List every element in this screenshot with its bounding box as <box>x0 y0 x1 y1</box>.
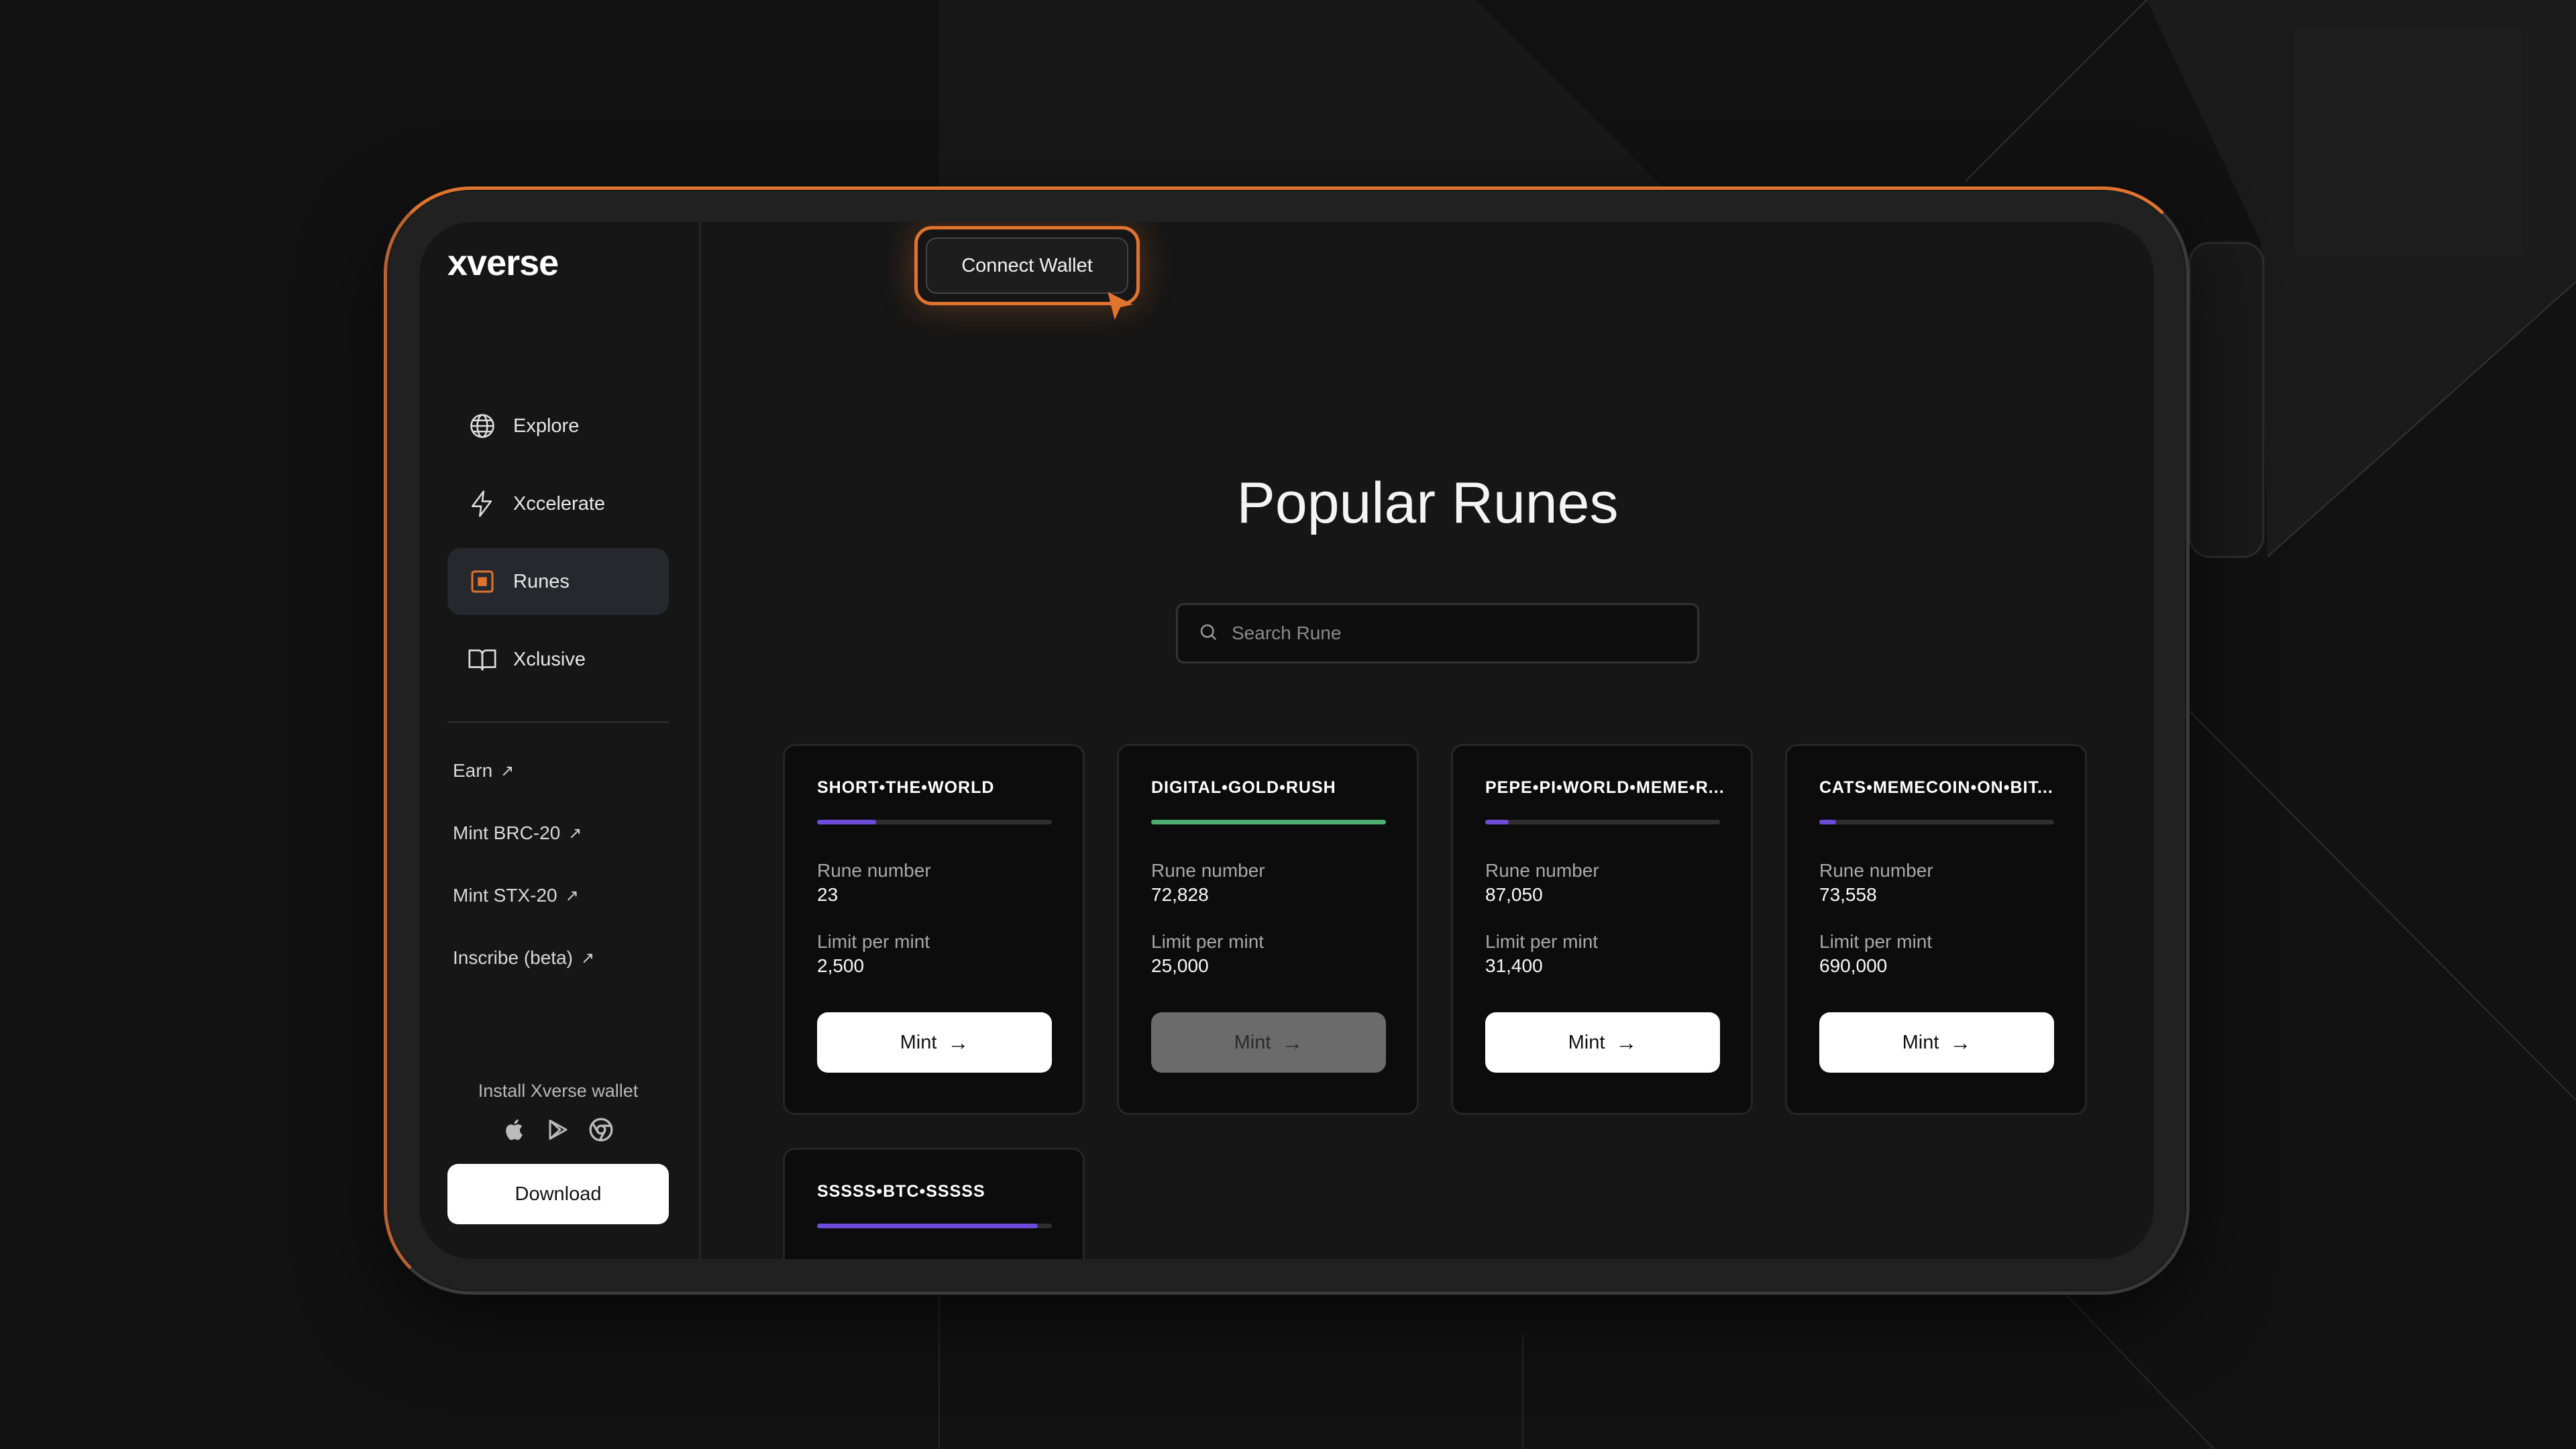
sidebar-item-label: Xclusive <box>513 648 586 670</box>
external-arrow-icon: ↗ <box>580 949 595 967</box>
rune-number-label: Rune number <box>1485 860 1599 881</box>
rune-name: DIGITAL•GOLD•RUSH <box>1151 778 1336 797</box>
rune-card: SHORT•THE•WORLD Rune number 23 Limit per… <box>783 744 1085 1115</box>
xverse-logo[interactable]: xverse <box>447 242 559 284</box>
page-title: Popular Runes <box>1236 471 1619 535</box>
mint-progress-fill <box>1485 820 1509 824</box>
rune-square-icon <box>466 566 498 598</box>
limit-label: Limit per mint <box>1819 931 1933 952</box>
mint-progress-bar <box>817 820 1052 824</box>
external-arrow-icon: ↗ <box>568 824 582 843</box>
external-arrow-icon: ↗ <box>500 761 515 780</box>
sidebar-item-label: Runes <box>513 570 570 592</box>
limit-value: 690,000 <box>1819 955 1888 976</box>
rune-name: CATS•MEMECOIN•ON•BIT... <box>1819 778 2053 797</box>
download-button[interactable]: Download <box>447 1164 669 1224</box>
globe-icon <box>466 410 498 442</box>
mint-button[interactable]: Mint → <box>817 1012 1052 1073</box>
book-icon <box>466 643 498 676</box>
cursor-pointer-icon <box>1108 292 1133 320</box>
rune-number-label: Rune number <box>1151 860 1265 881</box>
mint-progress-fill <box>817 820 876 824</box>
rune-card: CATS•MEMECOIN•ON•BIT... Rune number 73,5… <box>1785 744 2087 1115</box>
sidebar-item-label: Xccelerate <box>513 492 606 515</box>
rune-number-label: Rune number <box>817 860 931 881</box>
limit-value: 25,000 <box>1151 955 1209 976</box>
link-label: Mint STX-20 <box>453 885 557 906</box>
app-screen: xverse Explore Xccelerate Runes Xclusive… <box>419 222 2154 1259</box>
arrow-right-icon: → <box>1615 1030 1638 1055</box>
search-icon <box>1198 622 1218 645</box>
search-box[interactable] <box>1176 603 1699 663</box>
rune-card: PEPE•PI•WORLD•MEME•R... Rune number 87,0… <box>1451 744 1753 1115</box>
rune-number-label: Rune number <box>1819 860 1933 881</box>
sidebar-item-label: Explore <box>513 415 580 437</box>
limit-label: Limit per mint <box>1151 931 1265 952</box>
limit-value: 2,500 <box>817 955 865 976</box>
mint-progress-fill <box>1819 820 1836 824</box>
mint-progress-bar <box>1151 820 1386 824</box>
mint-button-disabled: Mint → <box>1151 1012 1386 1073</box>
mint-progress-bar <box>1485 820 1720 824</box>
link-mint-brc20[interactable]: Mint BRC-20 ↗ <box>453 822 582 844</box>
link-mint-stx20[interactable]: Mint STX-20 ↗ <box>453 885 579 906</box>
rune-number-value: 72,828 <box>1151 884 1209 905</box>
mint-progress-bar <box>817 1224 1052 1228</box>
lightning-icon <box>466 488 498 520</box>
limit-value: 31,400 <box>1485 955 1543 976</box>
rune-card: SSSSS•BTC•SSSSS <box>783 1148 1085 1259</box>
tablet-frame: xverse Explore Xccelerate Runes Xclusive… <box>384 186 2190 1295</box>
mint-progress-bar <box>1819 820 2054 824</box>
link-label: Mint BRC-20 <box>453 822 561 843</box>
rune-number-value: 87,050 <box>1485 884 1543 905</box>
sidebar-item-explore[interactable]: Explore <box>447 392 669 460</box>
mint-button[interactable]: Mint → <box>1485 1012 1720 1073</box>
link-label: Inscribe (beta) <box>453 947 573 968</box>
mint-progress-fill <box>1151 820 1386 824</box>
connect-wallet-button[interactable]: Connect Wallet <box>926 237 1128 294</box>
rune-number-value: 23 <box>817 884 839 905</box>
mint-label: Mint <box>1902 1031 1939 1053</box>
external-arrow-icon: ↗ <box>565 886 579 905</box>
mint-button[interactable]: Mint → <box>1819 1012 2054 1073</box>
rune-card: DIGITAL•GOLD•RUSH Rune number 72,828 Lim… <box>1117 744 1419 1115</box>
search-input[interactable] <box>1230 622 1635 645</box>
mint-label: Mint <box>1568 1031 1605 1053</box>
rune-name: PEPE•PI•WORLD•MEME•R... <box>1485 778 1725 797</box>
chrome-icon[interactable] <box>587 1116 615 1144</box>
install-wallet-label: Install Xverse wallet <box>478 1081 639 1101</box>
apple-icon[interactable] <box>501 1116 529 1144</box>
rune-name: SSSSS•BTC•SSSSS <box>817 1182 985 1201</box>
arrow-right-icon: → <box>1949 1030 1972 1055</box>
rune-number-value: 73,558 <box>1819 884 1877 905</box>
google-play-icon[interactable] <box>544 1116 572 1144</box>
limit-label: Limit per mint <box>817 931 930 952</box>
sidebar-item-xccelerate[interactable]: Xccelerate <box>447 470 669 537</box>
arrow-right-icon: → <box>947 1030 969 1055</box>
sidebar-item-runes[interactable]: Runes <box>447 548 669 615</box>
sidebar-divider <box>447 721 669 723</box>
mint-progress-fill <box>817 1224 1038 1228</box>
link-label: Earn <box>453 760 493 781</box>
link-inscribe[interactable]: Inscribe (beta) ↗ <box>453 947 594 969</box>
rune-name: SHORT•THE•WORLD <box>817 778 995 797</box>
mint-label: Mint <box>1234 1031 1271 1053</box>
link-earn[interactable]: Earn ↗ <box>453 760 514 782</box>
limit-label: Limit per mint <box>1485 931 1599 952</box>
arrow-right-icon: → <box>1281 1030 1303 1055</box>
sidebar: xverse Explore Xccelerate Runes Xclusive… <box>419 222 701 1259</box>
store-icons <box>447 1116 669 1144</box>
sidebar-item-xclusive[interactable]: Xclusive <box>447 626 669 693</box>
mint-label: Mint <box>900 1031 937 1053</box>
